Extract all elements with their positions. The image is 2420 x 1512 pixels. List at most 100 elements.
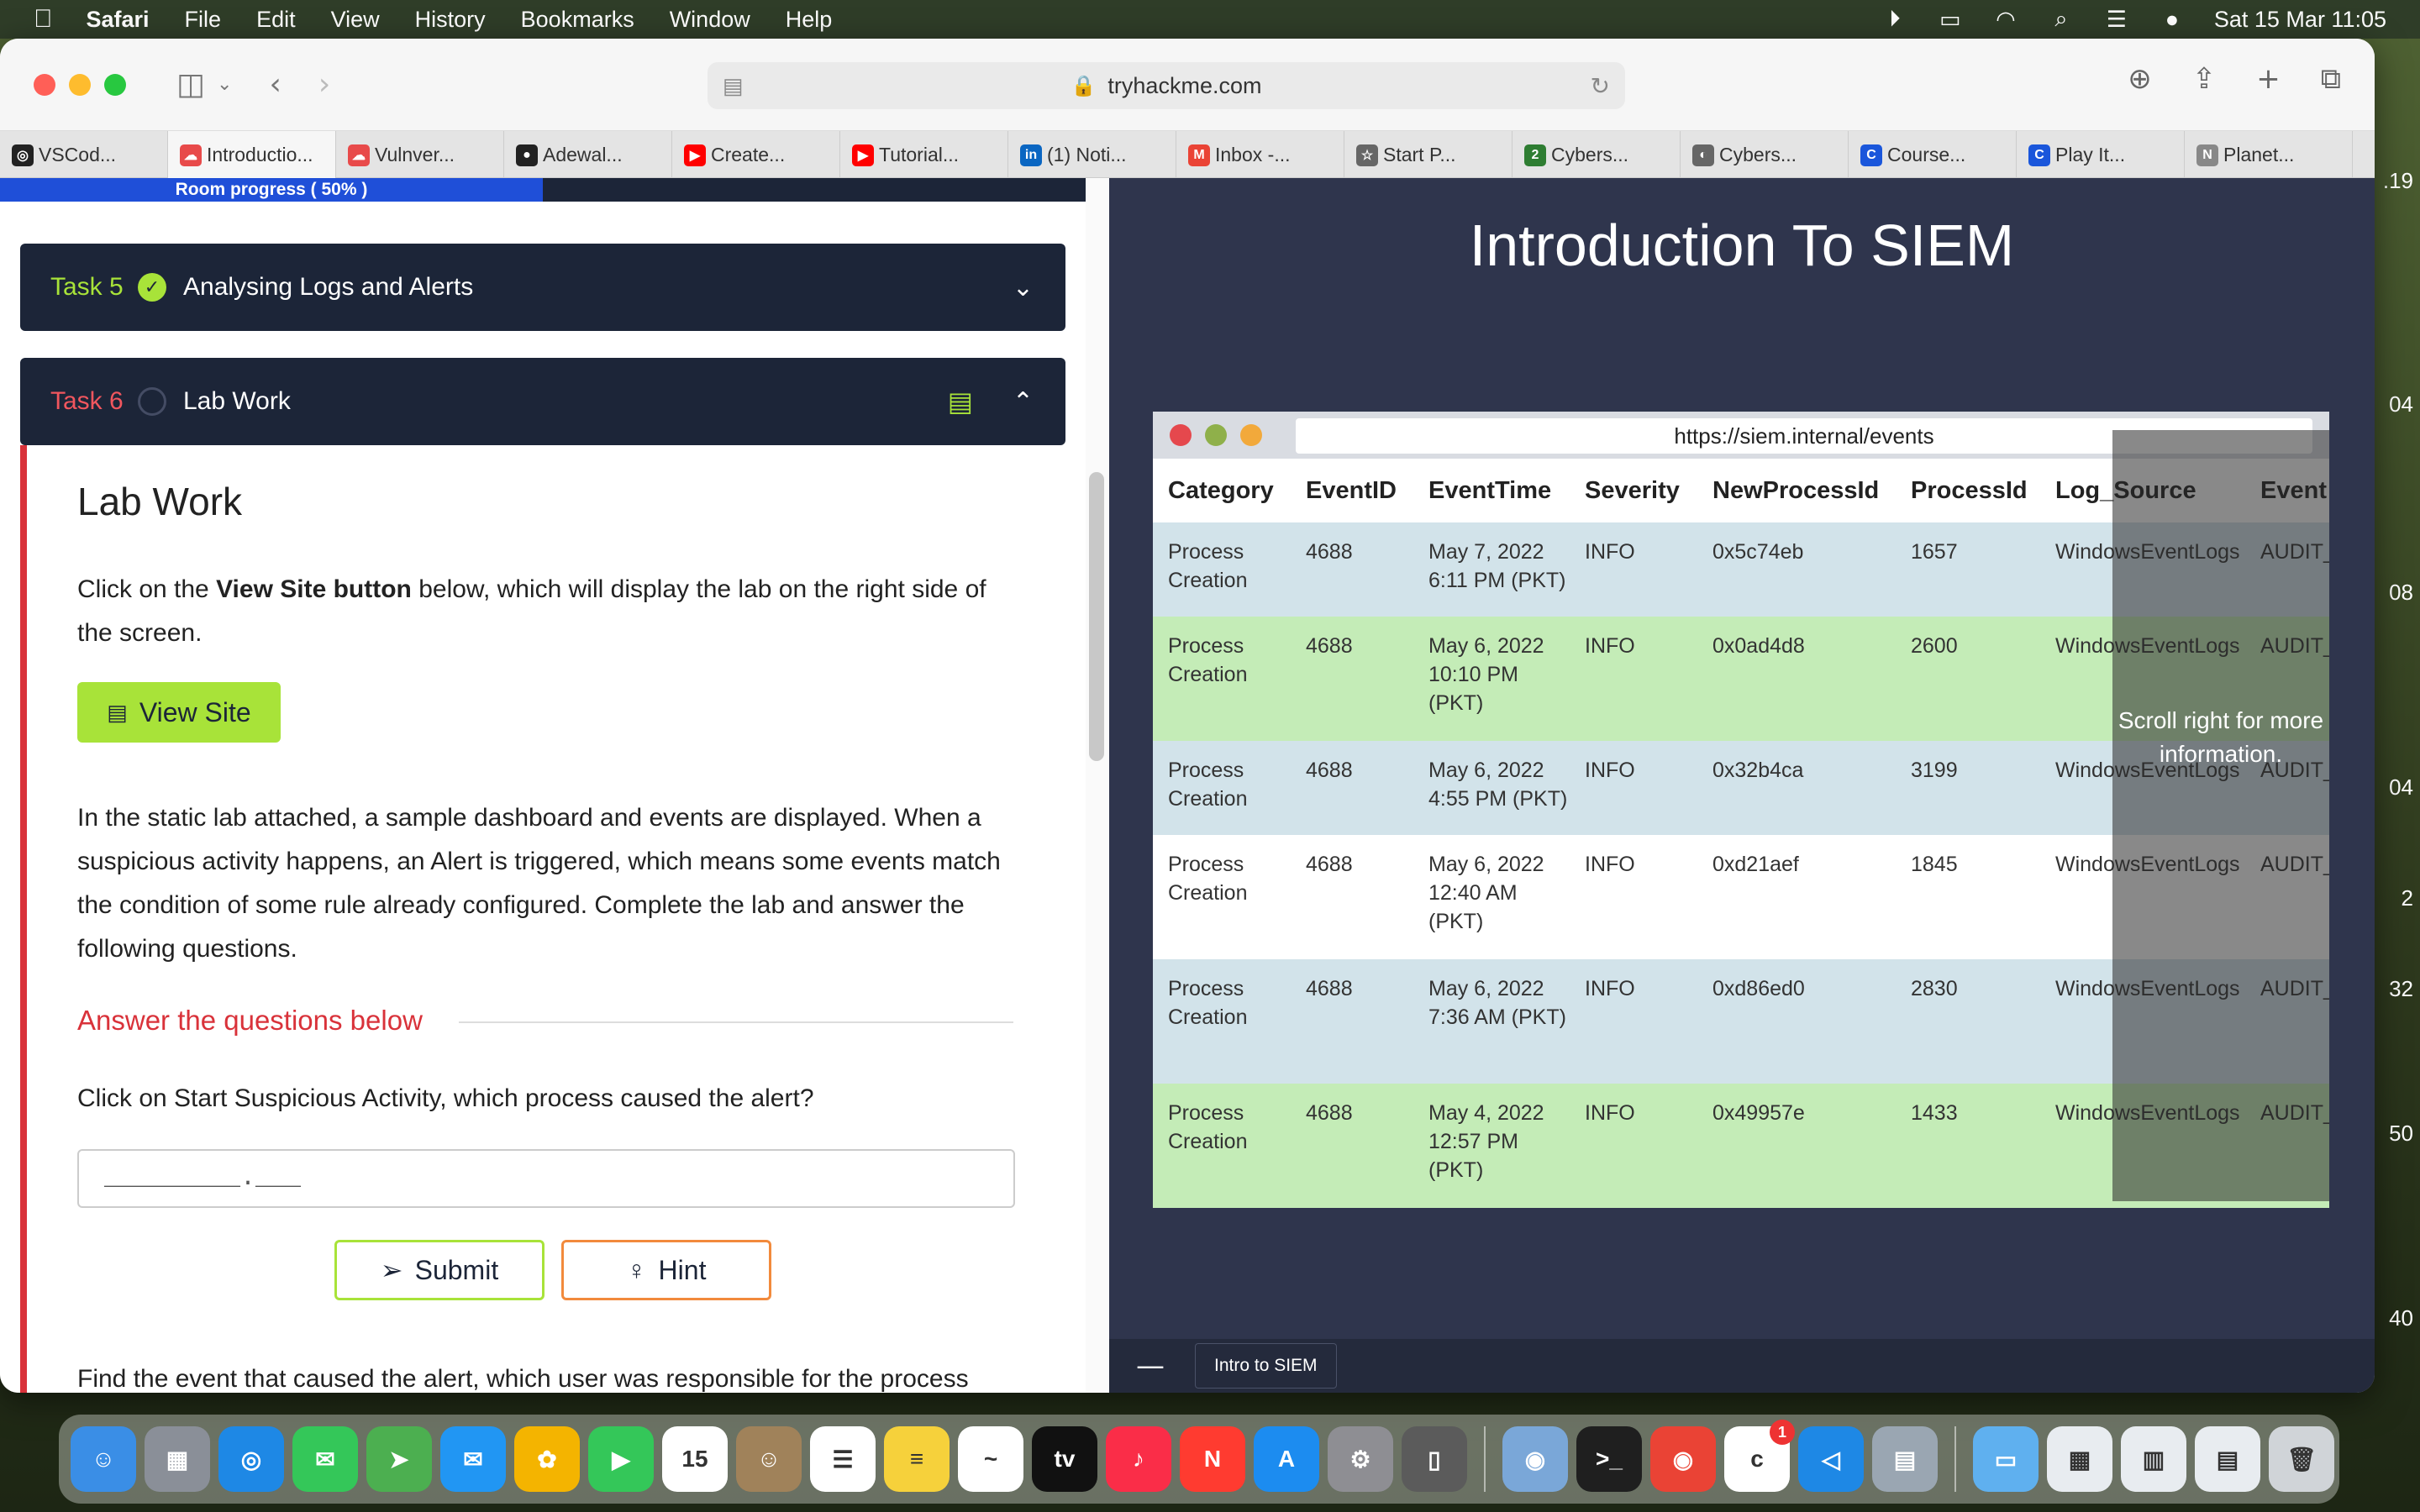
- task-5-header[interactable]: Task 5 ✓ Analysing Logs and Alerts ⌄: [20, 244, 1065, 331]
- calendar-icon[interactable]: 15: [662, 1426, 728, 1492]
- chevron-down-icon[interactable]: ⌄: [1013, 273, 1034, 302]
- menu-app-name[interactable]: Safari: [87, 7, 150, 33]
- news-icon[interactable]: N: [1180, 1426, 1245, 1492]
- description-paragraph: In the static lab attached, a sample das…: [77, 804, 1001, 963]
- minimize-window-button[interactable]: [69, 73, 91, 96]
- answer-section-title: Answer the questions below: [77, 1005, 423, 1036]
- chevron-down-icon[interactable]: ⌄: [217, 74, 232, 95]
- new-tab-icon[interactable]: +: [2256, 62, 2281, 96]
- menu-edit[interactable]: Edit: [256, 7, 296, 33]
- finder-icon[interactable]: ☺: [71, 1426, 136, 1492]
- back-button[interactable]: ‹: [269, 67, 281, 102]
- photos-icon[interactable]: ✿: [514, 1426, 580, 1492]
- zoom-window-button[interactable]: [104, 73, 126, 96]
- table-cell: Process Creation: [1153, 522, 1291, 617]
- page-menu-icon[interactable]: ▤: [723, 73, 744, 99]
- dock-glyph: ☺: [756, 1446, 781, 1472]
- lab-footer-tab[interactable]: Intro to SIEM: [1195, 1343, 1337, 1389]
- hint-button[interactable]: ♀ Hint: [561, 1240, 771, 1300]
- browser-tab[interactable]: ◐ Cybers...: [1681, 131, 1849, 178]
- view-site-button[interactable]: ▤ View Site: [77, 682, 281, 743]
- browser-tab[interactable]: ☆ Start P...: [1344, 131, 1512, 178]
- vscode-icon[interactable]: ◁: [1798, 1426, 1864, 1492]
- address-bar[interactable]: ▤ 🔒 tryhackme.com ↻: [708, 62, 1625, 109]
- browser-tab[interactable]: ▶ Create...: [672, 131, 840, 178]
- browser-tab[interactable]: ▶ Tutorial...: [840, 131, 1008, 178]
- app-store-icon[interactable]: A: [1254, 1426, 1319, 1492]
- column-header: ProcessId: [1896, 459, 2040, 522]
- desktop-edge-number: 04: [2389, 391, 2413, 417]
- task-6-header[interactable]: Task 6 Lab Work ▤ ⌃: [20, 358, 1065, 445]
- tab-favicon-icon: ▶: [852, 144, 874, 166]
- menu-help[interactable]: Help: [786, 7, 833, 33]
- terminal-icon[interactable]: >_: [1576, 1426, 1642, 1492]
- menu-window[interactable]: Window: [670, 7, 750, 33]
- window-thumb-icon[interactable]: ▤: [2195, 1426, 2260, 1492]
- browser-tab[interactable]: ● Adewal...: [504, 131, 672, 178]
- cricut-icon[interactable]: c1: [1724, 1420, 1795, 1492]
- mail-icon[interactable]: ✉: [440, 1426, 506, 1492]
- facetime-icon[interactable]: ▶: [588, 1426, 654, 1492]
- browser-tab[interactable]: M Inbox -...: [1176, 131, 1344, 178]
- contacts-icon[interactable]: ☺: [736, 1426, 802, 1492]
- messages-icon[interactable]: ✉: [292, 1426, 358, 1492]
- room-scrollbar[interactable]: [1086, 178, 1109, 1393]
- preview-icon[interactable]: ◉: [1502, 1426, 1568, 1492]
- answer-input[interactable]: _________.___: [77, 1149, 1015, 1208]
- tab-favicon-icon: ●: [516, 144, 538, 166]
- tab-favicon-icon: ▶: [684, 144, 706, 166]
- browser-tab[interactable]: in (1) Noti...: [1008, 131, 1176, 178]
- iphone-mirroring-icon[interactable]: ▯: [1402, 1426, 1467, 1492]
- browser-window-icon[interactable]: ▤: [948, 386, 973, 417]
- menu-history[interactable]: History: [415, 7, 486, 33]
- browser-tab[interactable]: ◎ VSCod...: [0, 131, 168, 178]
- launchpad-icon[interactable]: ▦: [145, 1426, 210, 1492]
- window-thumb-icon[interactable]: ▦: [2047, 1426, 2112, 1492]
- safari-icon[interactable]: ◎: [218, 1426, 284, 1492]
- now-playing-icon[interactable]: ⏵: [1881, 6, 1908, 31]
- window-thumb-icon[interactable]: ▥: [2121, 1426, 2186, 1492]
- browser-tab[interactable]: C Play It...: [2017, 131, 2185, 178]
- dock-glyph: ≡: [909, 1446, 924, 1472]
- system-settings-icon[interactable]: ⚙: [1328, 1426, 1393, 1492]
- room-scrollbar-thumb[interactable]: [1089, 472, 1104, 761]
- menu-view[interactable]: View: [331, 7, 380, 33]
- safari-toolbar: ◫ ⌄ ‹ › ▤ 🔒 tryhackme.com ↻ ⊕ ⇪ + ⧉: [0, 39, 2375, 131]
- forward-button[interactable]: ›: [318, 67, 330, 102]
- browser-tab[interactable]: ☁ Introductio...: [168, 131, 336, 178]
- submit-button[interactable]: ➢ Submit: [334, 1240, 544, 1300]
- music-icon[interactable]: ♪: [1106, 1426, 1171, 1492]
- battery-icon[interactable]: ▭: [1937, 7, 1964, 32]
- folder-icon[interactable]: ▭: [1973, 1426, 2039, 1492]
- maps-icon[interactable]: ➤: [366, 1426, 432, 1492]
- apple-tv-icon[interactable]: tv: [1032, 1426, 1097, 1492]
- dock-glyph: ☺: [91, 1446, 116, 1472]
- chrome-icon[interactable]: ◉: [1650, 1426, 1716, 1492]
- close-window-button[interactable]: [34, 73, 55, 96]
- tab-overview-icon[interactable]: ⧉: [2321, 62, 2341, 96]
- spotlight-search-icon[interactable]: ⌕: [2048, 6, 2075, 31]
- notes-icon[interactable]: ≡: [884, 1426, 950, 1492]
- browser-tab[interactable]: N Planet...: [2185, 131, 2353, 178]
- trash-icon[interactable]: 🗑: [2269, 1426, 2334, 1492]
- share-icon[interactable]: ⇪: [2192, 62, 2217, 96]
- wifi-icon[interactable]: ◠: [1992, 7, 2019, 32]
- control-center-icon[interactable]: ☰: [2103, 7, 2130, 32]
- sidebar-toggle-icon[interactable]: ◫: [176, 67, 205, 102]
- menu-bookmarks[interactable]: Bookmarks: [521, 7, 634, 33]
- siri-icon[interactable]: ●: [2159, 7, 2186, 32]
- downloads-icon[interactable]: ⊕: [2128, 62, 2152, 96]
- chevron-up-icon[interactable]: ⌃: [1013, 387, 1034, 417]
- apple-menu-icon[interactable]: : [34, 5, 53, 34]
- dock-glyph: ▦: [166, 1446, 189, 1473]
- browser-tab[interactable]: ☁ Vulnver...: [336, 131, 504, 178]
- reload-icon[interactable]: ↻: [1591, 72, 1610, 100]
- browser-tab[interactable]: 2 Cybers...: [1512, 131, 1681, 178]
- minimize-lab-icon[interactable]: —: [1136, 1349, 1165, 1383]
- browser-tab[interactable]: C Course...: [1849, 131, 2017, 178]
- menu-clock[interactable]: Sat 15 Mar 11:05: [2214, 7, 2386, 33]
- app-icon[interactable]: ▤: [1872, 1426, 1938, 1492]
- reminders-icon[interactable]: ☰: [810, 1426, 876, 1492]
- freeform-icon[interactable]: ~: [958, 1426, 1023, 1492]
- menu-file[interactable]: File: [185, 7, 222, 33]
